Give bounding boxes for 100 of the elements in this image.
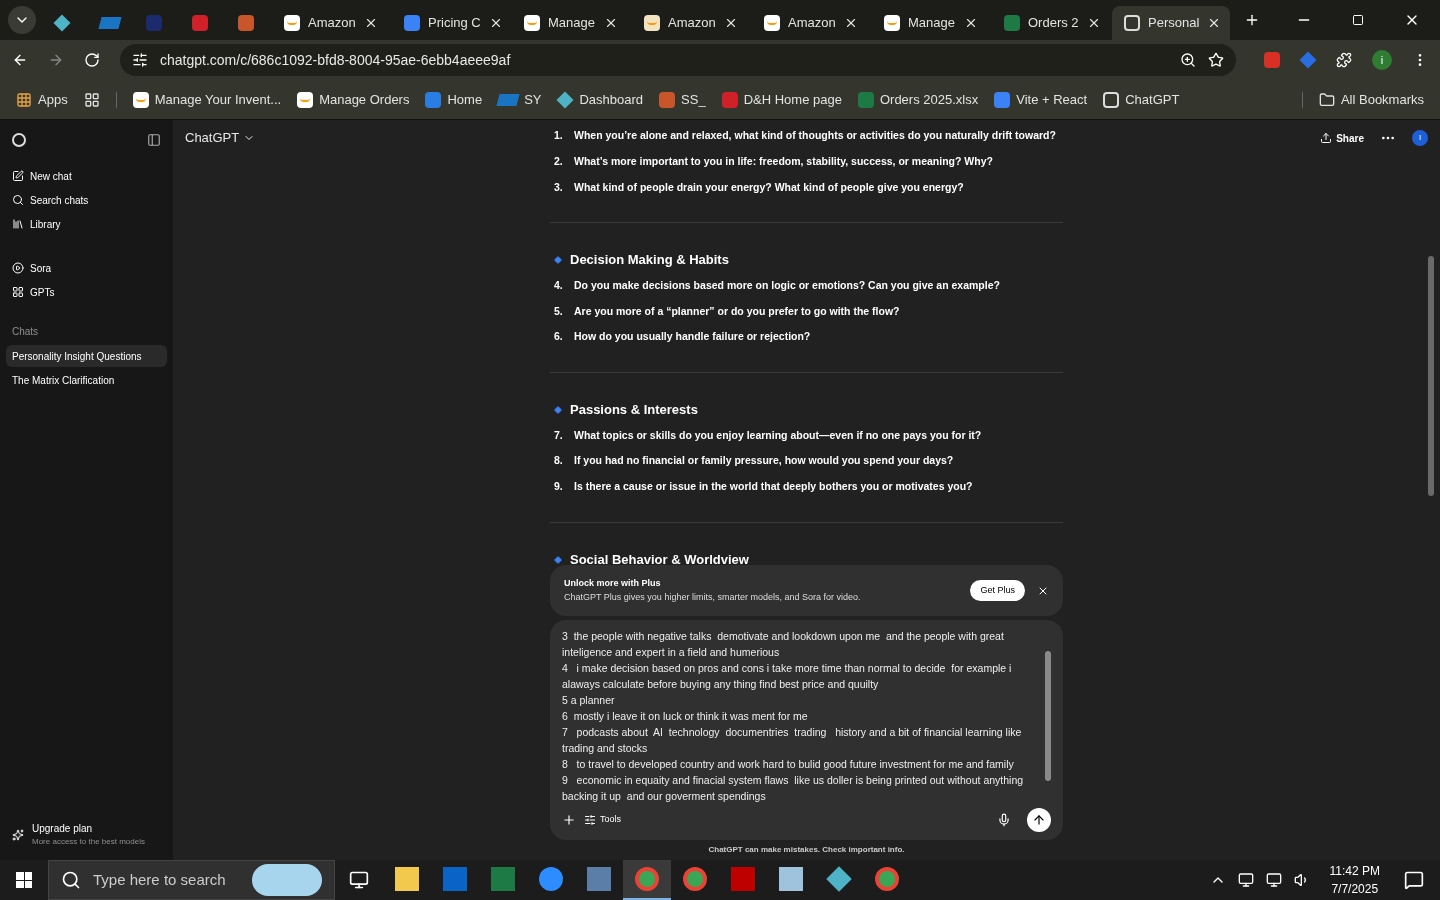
add-icon[interactable] — [562, 813, 576, 827]
sidebar-item[interactable]: Sora — [6, 256, 167, 280]
bookmark-item[interactable]: Home — [425, 89, 483, 110]
back-icon[interactable] — [12, 52, 28, 68]
sidebar-item[interactable]: New chat — [6, 164, 167, 188]
tab-groups-icon[interactable] — [83, 91, 100, 108]
bookmark-label: SY — [524, 90, 542, 109]
bookmark-item[interactable]: SS_ — [659, 89, 706, 110]
taskbar-app-button[interactable] — [623, 860, 671, 900]
upgrade-plan-button[interactable]: Upgrade plan More access to the best models — [6, 817, 167, 852]
upgrade-title: Upgrade plan — [32, 822, 94, 836]
square-favicon-icon — [192, 15, 208, 31]
smile-favicon-icon — [644, 15, 660, 31]
task-view-icon[interactable] — [349, 870, 369, 890]
get-plus-button[interactable]: Get Plus — [970, 579, 1025, 602]
apps-bookmark[interactable]: Apps — [16, 89, 68, 110]
logo-icon[interactable] — [12, 133, 26, 147]
message-input-field[interactable]: 3 the people with negative talks demotivate and lookdown upon me and the people with great inteligence and expert in a field and humerious 4 i make decision based on pros and cons i take more time than normal to decide for example i alaways calculate before buying any thing find best price and quuilty 5 a planner 6 mostly i leave it on luck or think it was ment for me 7 podcasts about AI technology documentries trading history and a bit of financial learning like trading and stocks 8 to travel to developed country and work hard to bulid good future investment for me and family 9 economic in equaity and finacial system flaws like us doller is being printed out without anything backing it up and our goverment spendings — [562, 628, 1037, 804]
browser-tab[interactable]: Orders 2 — [992, 6, 1110, 40]
tools-button[interactable]: Tools — [584, 813, 621, 827]
bookmark-item[interactable]: ChatGPT — [1103, 89, 1180, 110]
sidebar-toggle-icon[interactable] — [147, 133, 161, 147]
smile-favicon-icon — [284, 15, 300, 31]
circle-favicon-icon — [994, 91, 1011, 108]
profile-avatar[interactable]: i — [1372, 50, 1392, 70]
bookmark-item[interactable]: Dashboard — [557, 89, 644, 110]
forward-icon[interactable] — [48, 52, 64, 68]
browser-tab[interactable]: Manage — [872, 6, 990, 40]
address-bar[interactable]: chatgpt.com/c/686c1092-bfd8-8004-95ae-6ebb4aeee9af — [120, 44, 1236, 76]
tag-favicon-icon — [98, 17, 122, 29]
apps-grid-icon — [16, 91, 32, 108]
tab-title: Pricing C — [428, 14, 481, 33]
model-selector[interactable]: ChatGPT — [185, 128, 256, 148]
question-text: Is there a cause or issue in the world that deeply bothers you or motivates you? — [574, 479, 973, 494]
browser-tab[interactable]: Amazon — [272, 6, 390, 40]
tab-search-button[interactable] — [8, 6, 36, 34]
bookmark-item[interactable]: SY — [498, 89, 542, 110]
ring-favicon-icon — [1124, 15, 1140, 31]
tab-title: Amazon — [668, 14, 716, 33]
square-favicon-icon — [721, 91, 738, 108]
network-icon[interactable] — [1265, 872, 1282, 888]
start-icon — [16, 872, 32, 888]
share-button[interactable]: Share — [1320, 130, 1364, 146]
bookmark-item[interactable]: Vite + React — [994, 89, 1088, 110]
bookmark-star-icon[interactable] — [1208, 52, 1224, 68]
browser-tab[interactable]: Amazon — [632, 6, 750, 40]
banner-text: ChatGPT Plus gives you higher limits, smarter models, and Sora for video. — [564, 590, 862, 604]
arrow-up-icon — [1032, 813, 1046, 827]
share-icon — [1320, 132, 1333, 144]
browser-tab[interactable]: Pricing C — [392, 6, 510, 40]
sidebar-item[interactable]: GPTs — [6, 280, 167, 304]
all-bookmarks-button[interactable]: All Bookmarks — [1318, 89, 1424, 110]
chat-item[interactable]: The Matrix Clarification — [6, 369, 167, 391]
sidebar-item[interactable]: Library — [6, 212, 167, 236]
tag-favicon-icon — [496, 93, 520, 106]
send-button[interactable] — [1027, 808, 1051, 832]
diamond-bullet-icon — [554, 555, 562, 564]
extensions-icon[interactable] — [1336, 52, 1352, 68]
app-icon — [635, 867, 659, 891]
diamond-bullet-icon — [554, 256, 562, 264]
list-number: 3. — [554, 179, 564, 195]
url-text: chatgpt.com/c/686c1092-bfd8-8004-95ae-6ebb4aeee9af — [160, 50, 512, 70]
page-favicon-icon — [425, 91, 442, 108]
date-text: 7/7/2025 — [1331, 881, 1379, 898]
clock[interactable]: 11:42 PM 7/7/2025 — [1321, 862, 1388, 898]
tab-title: Amazon — [308, 14, 356, 33]
sidebar-item[interactable]: Search chats — [6, 188, 167, 212]
zoom-icon[interactable] — [1180, 52, 1196, 68]
bookmark-label: Manage Your Invent... — [154, 90, 282, 109]
close-icon[interactable] — [604, 16, 618, 30]
tab-title: Orders 2 — [1028, 14, 1079, 33]
close-icon[interactable] — [964, 16, 978, 30]
taskbar-search-field[interactable]: Type here to search — [48, 860, 335, 900]
spreadsheet-favicon-icon — [1004, 15, 1020, 31]
grid-icon — [12, 286, 24, 298]
reload-icon[interactable] — [84, 52, 100, 68]
new-tab-icon[interactable] — [1244, 12, 1260, 28]
bookmark-label: D&H Home page — [743, 90, 842, 109]
bookmark-item[interactable]: D&H Home page — [721, 89, 842, 110]
browser-tab[interactable]: Amazon — [752, 6, 870, 40]
smile-favicon-icon — [297, 91, 314, 108]
bookmark-label: Home — [447, 90, 483, 109]
chat-item[interactable]: Personality Insight Questions — [6, 345, 167, 367]
bookmark-item[interactable]: Manage Orders — [297, 89, 410, 110]
microphone-icon[interactable] — [997, 813, 1011, 827]
user-avatar[interactable]: I — [1412, 130, 1428, 146]
maximize-icon[interactable] — [1352, 14, 1364, 26]
list-number: 2. — [554, 153, 564, 169]
browser-tab[interactable]: Manage — [512, 6, 630, 40]
bookmark-item[interactable]: Manage Your Invent... — [132, 89, 282, 110]
close-icon[interactable] — [844, 16, 858, 30]
close-icon[interactable] — [724, 16, 738, 30]
bookmark-item[interactable]: Orders 2025.xlsx — [857, 89, 979, 110]
tab-title: Manage — [548, 14, 596, 33]
close-icon[interactable] — [364, 16, 378, 30]
question-text: Are you more of a “planner” or do you prefer to go with the flow? — [574, 303, 900, 319]
diamond-bullet-icon — [554, 405, 562, 414]
site-settings-icon[interactable] — [132, 52, 148, 68]
notifications-icon[interactable] — [1404, 870, 1424, 890]
browser-tab[interactable]: Personal — [1112, 6, 1230, 40]
